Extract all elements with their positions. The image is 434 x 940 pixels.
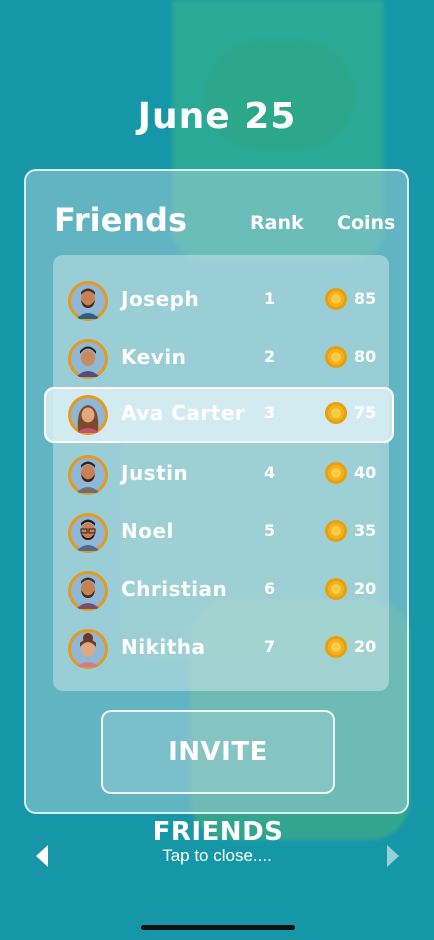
friend-coins: 75 — [354, 403, 377, 422]
friend-rank: 3 — [264, 403, 276, 422]
home-indicator — [141, 925, 295, 930]
coin-icon — [325, 346, 347, 368]
invite-friends-button[interactable]: INVITE FRIENDS — [101, 710, 335, 847]
coin-icon — [325, 402, 347, 424]
friend-coins: 85 — [354, 289, 377, 308]
friend-row[interactable]: Nikitha 7 20 — [53, 621, 389, 677]
friend-coins: 35 — [354, 521, 377, 540]
friend-row[interactable]: Noel 5 35 — [53, 505, 389, 561]
friend-rank: 1 — [264, 289, 276, 308]
avatar — [68, 455, 108, 495]
avatar — [68, 629, 108, 669]
avatar — [68, 281, 108, 321]
avatar — [68, 571, 108, 611]
friend-rank: 5 — [264, 521, 276, 540]
friend-name: Ava Carter — [121, 401, 246, 425]
friend-rank: 2 — [264, 347, 276, 366]
arrow-right-icon[interactable] — [387, 845, 399, 867]
tap-to-close[interactable]: Tap to close.... — [0, 846, 434, 866]
coin-icon — [325, 636, 347, 658]
friend-name: Justin — [121, 461, 189, 485]
coin-icon — [325, 462, 347, 484]
friend-row[interactable]: Joseph 1 85 — [53, 273, 389, 329]
coins-header: Coins — [337, 212, 396, 234]
friend-coins: 40 — [354, 463, 377, 482]
friend-row-current-user[interactable]: Ava Carter 3 75 — [44, 387, 394, 443]
coin-icon — [325, 288, 347, 310]
friend-name: Noel — [121, 519, 174, 543]
friend-rank: 4 — [264, 463, 276, 482]
friend-name: Christian — [121, 577, 228, 601]
avatar — [68, 395, 108, 435]
avatar — [68, 513, 108, 553]
friend-name: Joseph — [121, 287, 200, 311]
friend-coins: 20 — [354, 637, 377, 656]
date-title: June 25 — [137, 96, 297, 137]
coin-icon — [325, 520, 347, 542]
rank-header: Rank — [250, 212, 304, 234]
friend-name: Kevin — [121, 345, 187, 369]
friend-coins: 80 — [354, 347, 377, 366]
friend-rank: 6 — [264, 579, 276, 598]
avatar — [68, 339, 108, 379]
friend-row[interactable]: Kevin 2 80 — [53, 331, 389, 387]
friends-list: Joseph 1 85 Kevin 2 80 Ava Carter 3 75 J… — [44, 255, 394, 691]
friend-name: Nikitha — [121, 635, 206, 659]
panel-title: Friends — [54, 201, 187, 239]
coin-icon — [325, 578, 347, 600]
friend-row[interactable]: Christian 6 20 — [53, 563, 389, 619]
friend-row[interactable]: Justin 4 40 — [53, 447, 389, 503]
friend-rank: 7 — [264, 637, 276, 656]
friend-coins: 20 — [354, 579, 377, 598]
friends-panel: Friends Rank Coins Joseph 1 85 Kevin 2 8… — [24, 169, 409, 847]
